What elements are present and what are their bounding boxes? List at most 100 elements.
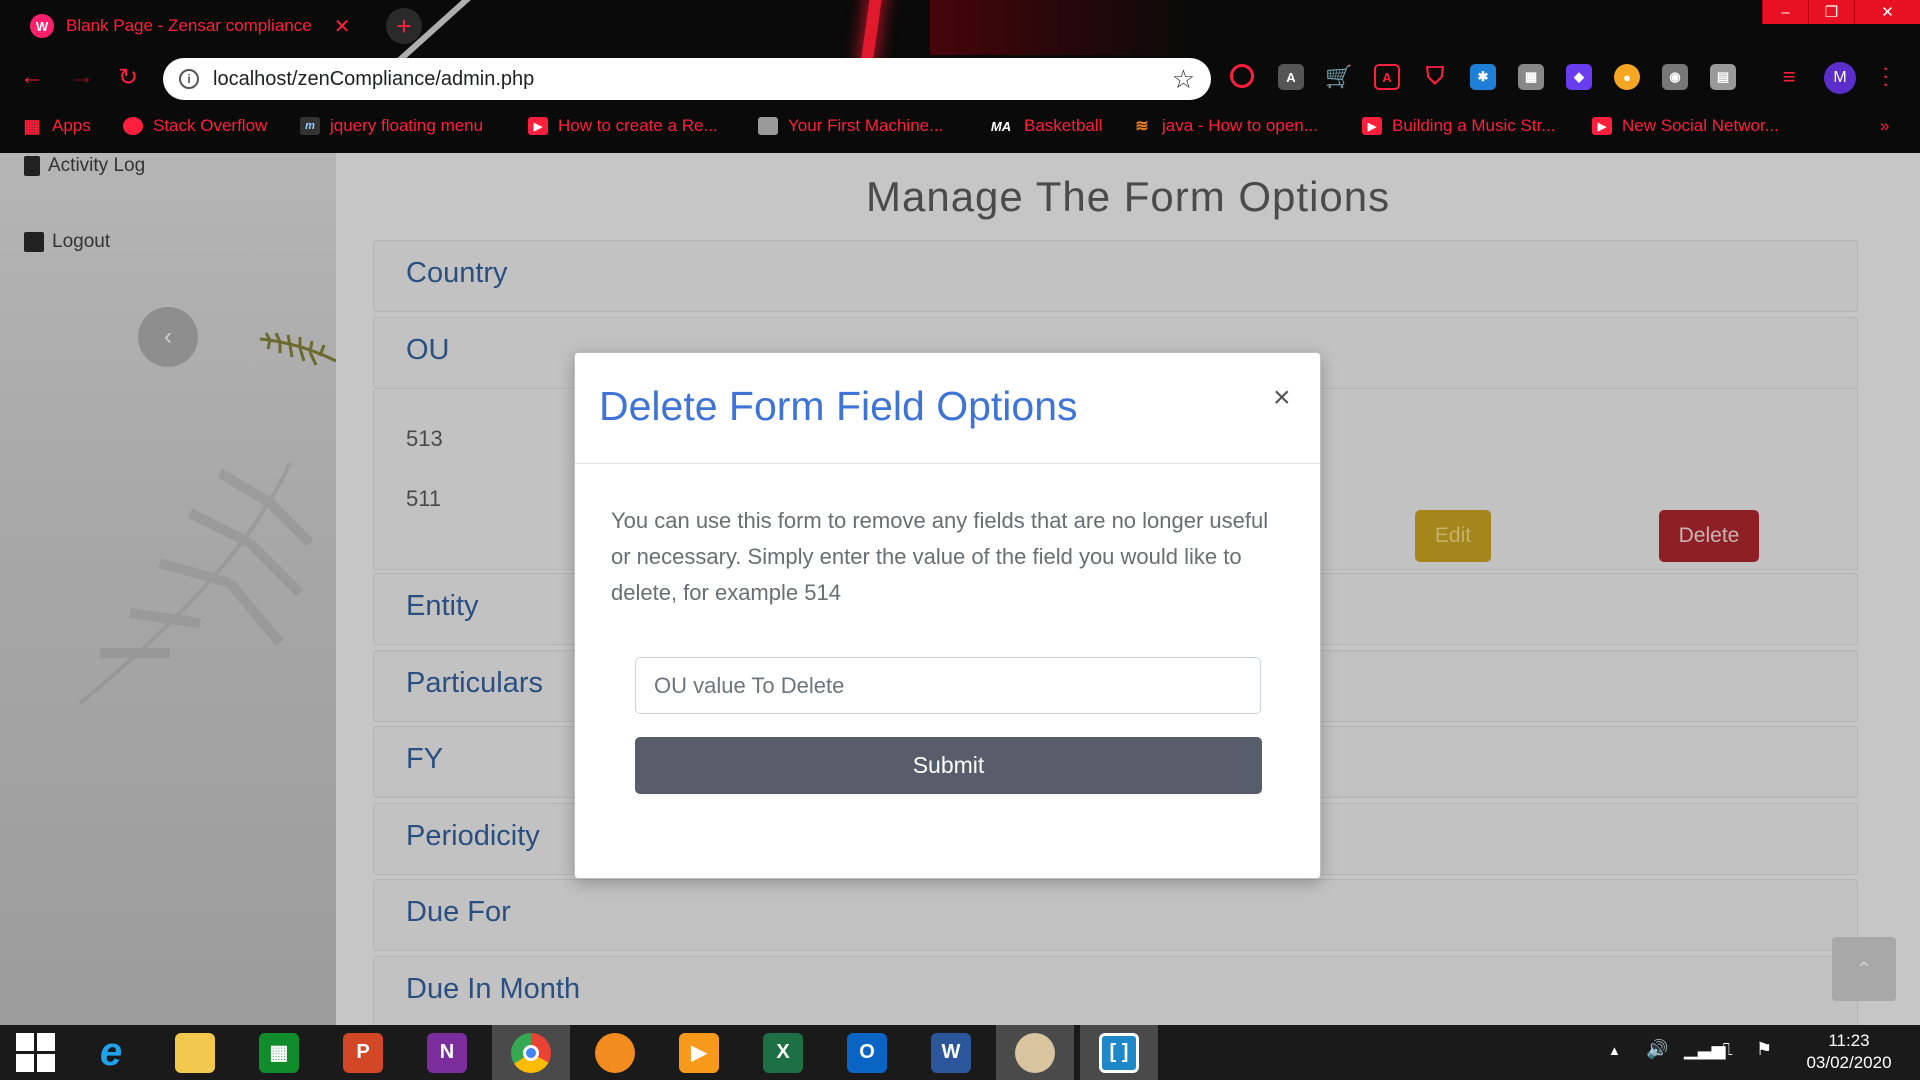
address-bar[interactable]: i localhost/zenCompliance/admin.php ☆	[163, 58, 1211, 100]
chrome-icon	[511, 1032, 551, 1073]
section-label: Due For	[406, 896, 511, 928]
bookmark-item[interactable]: ▶ Building a Music Str...	[1362, 112, 1555, 140]
volume-icon[interactable]: 🔊	[1646, 1039, 1668, 1060]
taskbar-app[interactable]: ▶	[660, 1025, 738, 1080]
apps-grid-icon: ▦	[23, 115, 41, 136]
site-info-icon[interactable]: i	[179, 69, 199, 89]
system-clock[interactable]: 11:23 03/02/2020	[1790, 1030, 1908, 1074]
new-tab-button[interactable]: +	[386, 8, 422, 44]
modal-header: Delete Form Field Options ×	[575, 353, 1320, 464]
taskbar-app[interactable]	[996, 1025, 1074, 1080]
extension-icon[interactable]: ◉	[1662, 64, 1688, 90]
section-label: Entity	[406, 590, 479, 622]
taskbar-app[interactable]	[576, 1025, 654, 1080]
extension-icon[interactable]: ●	[1614, 64, 1640, 90]
bookmark-item[interactable]: ▶ New Social Networ...	[1592, 112, 1779, 140]
bookmark-item[interactable]: Stack Overflow	[123, 112, 267, 140]
section-due-in-month[interactable]: Due In Month	[373, 956, 1858, 1025]
tab-close-icon[interactable]: ✕	[334, 14, 351, 39]
word-icon: W	[931, 1032, 971, 1073]
sidebar-item-logout[interactable]: Logout	[24, 231, 110, 253]
extension-icon[interactable]: ▤	[1710, 64, 1736, 90]
browser-tab[interactable]: W Blank Page - Zensar compliance ✕	[14, 6, 364, 46]
taskbar-app[interactable]: e	[72, 1025, 150, 1080]
door-icon	[24, 232, 44, 252]
excel-icon: X	[763, 1032, 803, 1073]
network-icon[interactable]: ⎍	[1720, 1039, 1733, 1060]
ou-value: 511	[406, 486, 442, 511]
bookmark-label: Building a Music Str...	[1392, 116, 1556, 135]
minimize-button[interactable]: –	[1762, 0, 1808, 24]
submit-button[interactable]: Submit	[635, 737, 1262, 794]
menu-dots-icon[interactable]: · · ·	[1882, 57, 1889, 95]
section-due-for[interactable]: Due For	[373, 879, 1858, 951]
bookmarks-overflow-icon[interactable]: »	[1880, 112, 1889, 140]
extension-icon[interactable]: ▦	[1518, 64, 1544, 90]
delete-button[interactable]: Delete	[1659, 510, 1759, 562]
edit-button[interactable]: Edit	[1415, 510, 1491, 562]
bookmark-label: How to create a Re...	[558, 116, 718, 135]
paint-icon	[1015, 1032, 1055, 1073]
modal-title: Delete Form Field Options	[599, 383, 1078, 429]
bookmark-label: New Social Networ...	[1622, 116, 1779, 135]
window-controls: – ❐ ✕	[1762, 0, 1920, 24]
bookmark-apps[interactable]: ▦ Apps	[22, 112, 91, 140]
taskbar-app[interactable]: ▦	[240, 1025, 318, 1080]
snowflake-extension-icon[interactable]: ✱	[1470, 64, 1496, 90]
taskbar-app-active[interactable]	[492, 1025, 570, 1080]
taskbar-app[interactable]: O	[828, 1025, 906, 1080]
bookmark-item[interactable]: Your First Machine...	[758, 112, 943, 140]
flag-icon[interactable]: ⚑	[1756, 1039, 1772, 1060]
tab-title: Blank Page - Zensar compliance	[66, 16, 312, 35]
restore-button[interactable]: ❐	[1808, 0, 1854, 24]
ou-value-input[interactable]	[635, 657, 1261, 714]
profile-avatar[interactable]: M	[1824, 62, 1856, 94]
scroll-to-top-button[interactable]: ⌃	[1832, 937, 1896, 1001]
taskbar-app[interactable]: P	[324, 1025, 402, 1080]
cart-extension-icon[interactable]: 🛒	[1325, 64, 1352, 90]
pdf-extension-icon[interactable]: A	[1374, 64, 1400, 90]
page-content: Activity Log Logout ‹ Manage The Form Op…	[0, 153, 1920, 1025]
ma-logo-icon: MA	[990, 118, 1012, 134]
bookmark-item[interactable]: MA Basketball	[988, 112, 1103, 140]
bookmark-label: Apps	[52, 116, 91, 135]
bookmark-item[interactable]: m jquery floating menu	[300, 112, 483, 140]
sidebar-collapse-button[interactable]: ‹	[138, 307, 198, 367]
bookmark-label: java - How to open...	[1162, 116, 1318, 135]
windows-logo-icon	[15, 1033, 55, 1072]
ou-value: 513	[406, 426, 443, 451]
shield-extension-icon[interactable]: ⛉	[1422, 63, 1448, 90]
forward-arrow-icon[interactable]: →	[70, 63, 94, 91]
bookmark-star-icon[interactable]: ☆	[1172, 64, 1195, 95]
taskbar-app[interactable]: [ ]	[1080, 1025, 1158, 1080]
brackets-icon: [ ]	[1099, 1032, 1139, 1073]
onenote-icon: N	[427, 1032, 467, 1073]
back-arrow-icon[interactable]: ←	[20, 63, 44, 91]
browser-chrome: W Blank Page - Zensar compliance ✕ + – ❐…	[0, 0, 1920, 153]
bookmark-item[interactable]: ▶ How to create a Re...	[528, 112, 718, 140]
taskbar-app[interactable]: N	[408, 1025, 486, 1080]
fl-studio-icon	[595, 1032, 635, 1073]
extension-icon[interactable]	[1230, 64, 1254, 88]
sidebar-item-label: Activity Log	[48, 155, 146, 176]
window-close-button[interactable]: ✕	[1854, 0, 1920, 24]
taskbar-app[interactable]	[156, 1025, 234, 1080]
bookmark-label: Basketball	[1024, 116, 1103, 135]
start-button[interactable]	[0, 1025, 70, 1080]
book-icon	[24, 156, 40, 176]
youtube-icon: ▶	[1592, 117, 1612, 135]
taskbar-app[interactable]: W	[912, 1025, 990, 1080]
taskbar-app[interactable]: X	[744, 1025, 822, 1080]
modal-close-icon[interactable]: ×	[1273, 381, 1291, 415]
tray-chevron-icon[interactable]: ▲	[1608, 1043, 1621, 1058]
url-text: localhost/zenCompliance/admin.php	[213, 67, 535, 90]
bookmark-item[interactable]: ≋ java - How to open...	[1132, 112, 1318, 140]
extension-icon[interactable]: ◆	[1566, 64, 1592, 90]
media-controls-icon[interactable]: ≡	[1776, 64, 1802, 90]
sidebar-item-activity-log[interactable]: Activity Log	[24, 155, 145, 177]
reload-icon[interactable]: ↻	[118, 63, 138, 92]
stackoverflow-icon: ≋	[1135, 118, 1149, 135]
avg-extension-icon[interactable]: A	[1278, 64, 1304, 90]
fern-leaf-icon	[260, 332, 336, 366]
section-country[interactable]: Country	[373, 240, 1858, 312]
